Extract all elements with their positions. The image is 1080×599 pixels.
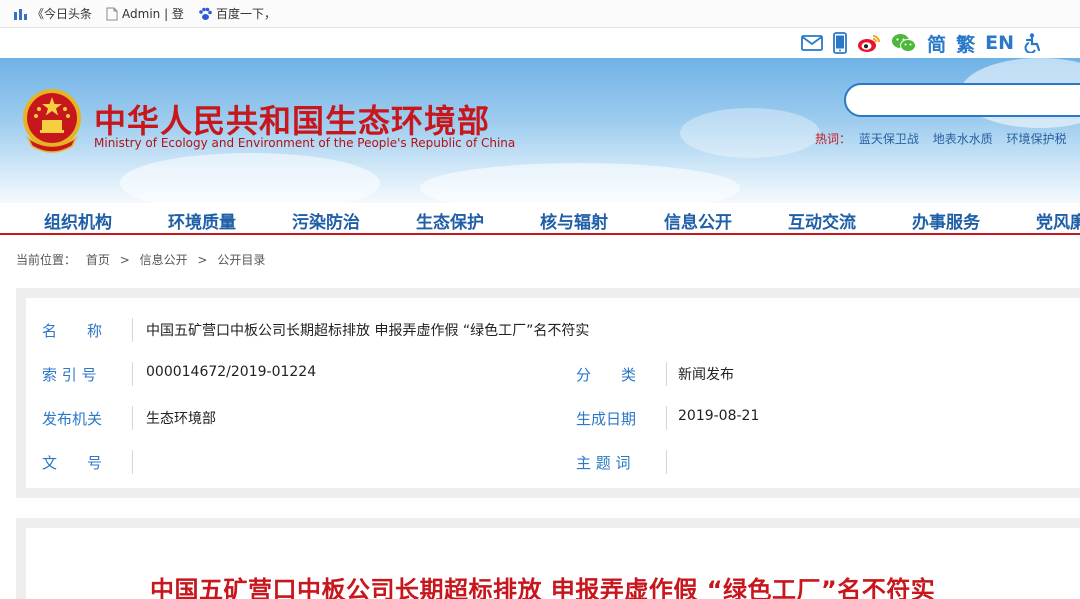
nav-item-nuclear-radiation[interactable]: 核与辐射	[540, 208, 608, 233]
hot-word-link[interactable]: 环境保护税	[1007, 132, 1067, 146]
bookmark-admin[interactable]: Admin | 登	[106, 5, 184, 22]
site-title-en: Ministry of Ecology and Environment of t…	[94, 136, 516, 150]
date-label: 生成日期	[576, 410, 637, 428]
index-value: 000014672/2019-01224	[146, 364, 317, 380]
hot-word-link[interactable]: 蓝天保卫战	[859, 132, 919, 146]
info-row-name: 名 称 中国五矿营口中板公司长期超标排放 申报弄虚作假 “绿色工厂”名不符实	[26, 316, 1080, 360]
date-value: 2019-08-21	[678, 408, 760, 424]
bookmark-label: 百度一下，	[215, 7, 276, 21]
nav-item-environment-quality[interactable]: 环境质量	[168, 208, 236, 233]
site-header: 中华人民共和国生态环境部 Ministry of Ecology and Env…	[0, 58, 1080, 203]
nav-item-information-disclosure[interactable]: 信息公开	[664, 208, 732, 233]
info-row-document-number: 文 号 主 题 词	[26, 448, 1080, 492]
name-value: 中国五矿营口中板公司长期超标排放 申报弄虚作假 “绿色工厂”名不符实	[146, 323, 590, 339]
weibo-icon[interactable]	[857, 31, 881, 55]
divider	[132, 362, 133, 386]
breadcrumb-info-disclosure[interactable]: 信息公开	[140, 253, 188, 267]
article-panel: 中国五矿营口中板公司长期超标排放 申报弄虚作假 “绿色工厂”名不符实	[16, 518, 1080, 599]
bookmark-label: Admin | 登	[122, 7, 184, 21]
divider	[666, 450, 667, 474]
breadcrumb: 当前位置： 首页 > 信息公开 > 公开目录	[16, 251, 271, 268]
document-number-label: 文 号	[42, 454, 103, 472]
bookmark-baidu[interactable]: 百度一下，	[198, 5, 276, 22]
publisher-label: 发布机关	[42, 410, 103, 428]
document-info-card: 名 称 中国五矿营口中板公司长期超标排放 申报弄虚作假 “绿色工厂”名不符实 索…	[26, 298, 1080, 488]
nav-item-services[interactable]: 办事服务	[912, 208, 980, 233]
article-title: 中国五矿营口中板公司长期超标排放 申报弄虚作假 “绿色工厂”名不符实	[150, 576, 936, 599]
divider	[132, 450, 133, 474]
bar-chart-icon	[14, 8, 27, 20]
category-label: 分 类	[576, 366, 637, 384]
publisher-value: 生态环境部	[146, 411, 216, 427]
nav-item-party-conduct[interactable]: 党风廉	[1036, 208, 1080, 233]
divider	[132, 406, 133, 430]
document-icon	[106, 7, 118, 20]
breadcrumb-catalog[interactable]: 公开目录	[217, 253, 265, 267]
main-nav: 组织机构 环境质量 污染防治 生态保护 核与辐射 信息公开 互动交流 办事服务 …	[0, 203, 1080, 235]
traditional-chinese-link[interactable]: 繁	[956, 31, 975, 56]
hot-words-label: 热词：	[815, 132, 852, 146]
english-link[interactable]: EN	[985, 31, 1014, 55]
nav-item-organization[interactable]: 组织机构	[44, 208, 112, 233]
bookmarks-bar: 《今日头条 Admin | 登 百度一下，	[0, 0, 1080, 28]
bookmark-toutiao[interactable]: 《今日头条	[14, 5, 92, 22]
topic-label: 主 题 词	[576, 454, 631, 472]
breadcrumb-separator: >	[197, 253, 208, 267]
breadcrumb-label: 当前位置：	[16, 253, 77, 267]
nav-item-ecology-protection[interactable]: 生态保护	[416, 208, 484, 233]
name-label: 名 称	[42, 322, 103, 340]
mail-icon[interactable]	[801, 31, 823, 55]
hot-words: 热词： 蓝天保卫战 地表水水质 环境保护税	[815, 130, 1077, 147]
paw-icon	[199, 7, 212, 20]
hot-word-link[interactable]: 地表水水质	[933, 132, 993, 146]
accessibility-icon[interactable]	[1024, 31, 1040, 55]
index-label: 索 引 号	[42, 366, 97, 384]
breadcrumb-home[interactable]: 首页	[86, 253, 110, 267]
breadcrumb-separator: >	[119, 253, 130, 267]
nav-item-pollution-control[interactable]: 污染防治	[292, 208, 360, 233]
simplified-chinese-link[interactable]: 简	[927, 31, 946, 56]
divider	[666, 406, 667, 430]
category-value: 新闻发布	[678, 367, 734, 383]
wechat-icon[interactable]	[891, 31, 917, 55]
divider	[666, 362, 667, 386]
document-info-panel: 名 称 中国五矿营口中板公司长期超标排放 申报弄虚作假 “绿色工厂”名不符实 索…	[16, 288, 1080, 498]
divider	[132, 318, 133, 342]
nav-item-interaction[interactable]: 互动交流	[788, 208, 856, 233]
national-emblem-icon	[20, 88, 84, 154]
search-input[interactable]	[844, 83, 1080, 117]
utility-bar: 简 繁 EN	[0, 28, 1080, 58]
bookmark-label: 《今日头条	[32, 7, 93, 21]
article-body: 中国五矿营口中板公司长期超标排放 申报弄虚作假 “绿色工厂”名不符实	[26, 528, 1080, 599]
info-row-publisher: 发布机关 生态环境部 生成日期 2019-08-21	[26, 404, 1080, 448]
mobile-icon[interactable]	[833, 31, 847, 55]
info-row-index: 索 引 号 000014672/2019-01224 分 类 新闻发布	[26, 360, 1080, 404]
